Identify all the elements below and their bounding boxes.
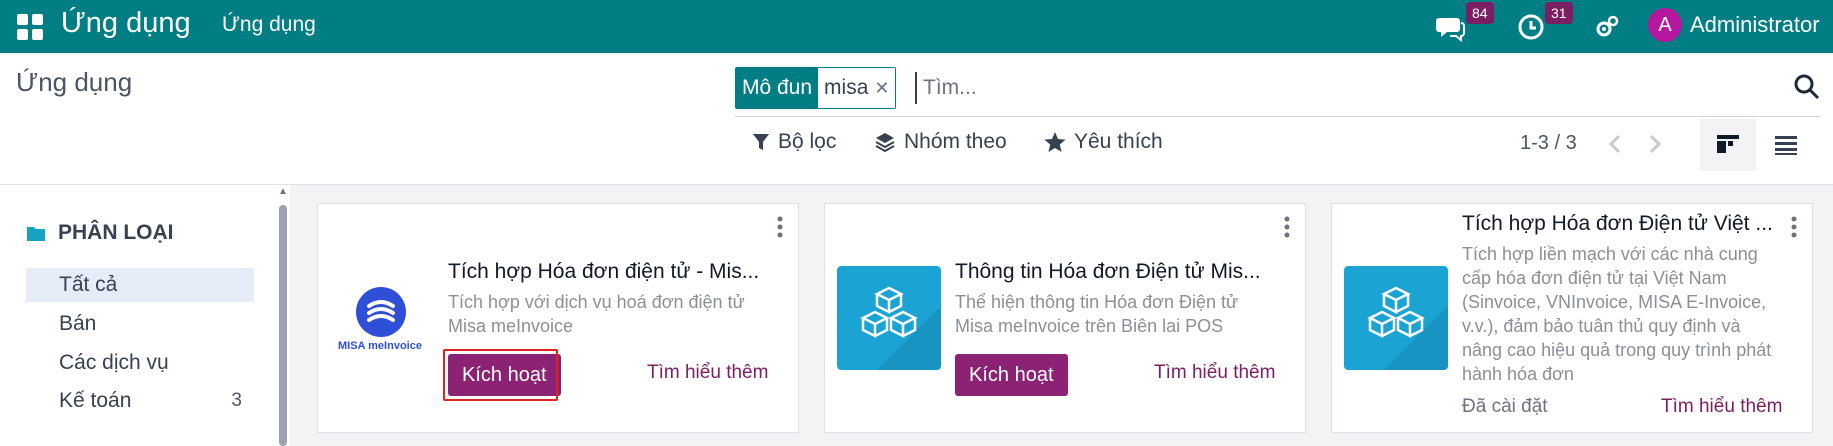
- breadcrumb: Ứng dụng: [16, 67, 133, 97]
- category-sidebar: PHÂN LOẠI Tất cả Bán Các dịch vụ Kế toán…: [0, 185, 290, 446]
- filter-icon: [753, 134, 769, 150]
- facet-remove-icon[interactable]: ✕: [874, 78, 889, 99]
- clock-icon: [1518, 14, 1544, 39]
- facet-value: misa: [824, 76, 869, 99]
- sidebar-item-label: Bán: [59, 312, 97, 335]
- layers-icon: [875, 133, 895, 153]
- card-description-line: cấp hóa đơn điện tử tại Việt Nam: [1462, 268, 1727, 288]
- card-title: Tích hợp Hóa đơn điện tử - Mis...: [448, 260, 760, 283]
- group-by-label: Nhóm theo: [904, 130, 1007, 153]
- gears-icon: [1596, 15, 1619, 36]
- card-description-line: Thể hiện thông tin Hóa đơn Điện tử: [955, 292, 1239, 312]
- card-description-line: Misa meInvoice: [448, 316, 574, 336]
- settings-button[interactable]: [1594, 0, 1620, 53]
- kanban-area: MISA meInvoice Tích hợp Hóa đơn điện tử …: [290, 185, 1833, 446]
- learn-more-link[interactable]: Tìm hiểu thêm: [647, 362, 768, 384]
- user-name[interactable]: Administrator: [1690, 12, 1820, 38]
- pager-next-icon[interactable]: [1643, 133, 1665, 155]
- card-description-line: Tích hợp với dịch vụ hoá đơn điện tử: [448, 292, 745, 312]
- list-view-button[interactable]: [1758, 119, 1814, 171]
- sidebar-item-services[interactable]: Các dịch vụ: [26, 346, 254, 380]
- card-description-line: (Sinvoice, VNInvoice, MISA E-Invoice,: [1462, 292, 1767, 312]
- sidebar-item-sales[interactable]: Bán: [26, 307, 254, 341]
- card-description-line: nâng cao hiệu quả trong quy trình phát: [1462, 340, 1772, 360]
- sidebar-scrollbar[interactable]: [279, 205, 287, 446]
- card-description-line: Misa meInvoice trên Biên lai POS: [955, 316, 1224, 336]
- favorites-button[interactable]: Yêu thích: [1044, 130, 1163, 154]
- activate-button[interactable]: Kích hoạt: [955, 354, 1068, 396]
- sidebar-item-label: Kế toán: [59, 389, 132, 412]
- card-description-line: Tích hợp liền mạch với các nhà cung: [1462, 244, 1758, 264]
- search-icon[interactable]: [1793, 73, 1821, 101]
- learn-more-link[interactable]: Tìm hiểu thêm: [1154, 362, 1275, 384]
- sidebar-title: PHÂN LOẠI: [26, 221, 174, 245]
- sidebar-item-all[interactable]: Tất cả: [26, 268, 254, 302]
- pager-previous-icon[interactable]: [1605, 133, 1627, 155]
- pager-value[interactable]: 1-3 / 3: [1520, 132, 1577, 155]
- card-description-line: hành hóa đơn: [1462, 364, 1574, 384]
- scroll-up-arrow[interactable]: ▲: [278, 186, 288, 197]
- card-description-line: v.v.), đảm bảo tuân thủ quy định và: [1462, 316, 1741, 336]
- apps-grid-icon[interactable]: [15, 12, 45, 42]
- sidebar-item-count: 3: [231, 390, 242, 411]
- user-avatar[interactable]: A: [1648, 8, 1682, 42]
- kanban-view-button[interactable]: [1700, 119, 1756, 171]
- chat-icon: [1436, 17, 1465, 42]
- activities-count-badge: 31: [1545, 2, 1573, 24]
- app-brand[interactable]: Ứng dụng: [61, 7, 191, 40]
- group-by-button[interactable]: Nhóm theo: [874, 130, 1007, 154]
- misa-logo-text: MISA meInvoice: [338, 340, 422, 352]
- card-menu-icon[interactable]: [1790, 216, 1798, 238]
- installed-status: Đã cài đặt: [1462, 396, 1548, 417]
- module-card[interactable]: MISA meInvoice Tích hợp Hóa đơn điện tử …: [317, 203, 799, 433]
- card-menu-icon[interactable]: [776, 216, 784, 238]
- search-facet: Mô đun misa ✕: [735, 67, 897, 109]
- facet-label: Mô đun: [736, 68, 819, 108]
- learn-more-link[interactable]: Tìm hiểu thêm: [1661, 396, 1782, 418]
- activities-button[interactable]: 31: [1517, 0, 1573, 53]
- facet-value-wrapper: misa ✕: [818, 68, 896, 108]
- search-bar: Mô đun misa ✕: [735, 67, 1821, 117]
- messages-count-badge: 84: [1466, 2, 1494, 24]
- card-title: Tích hợp Hóa đơn Điện tử Việt ...: [1462, 212, 1773, 235]
- search-input[interactable]: [915, 72, 1715, 104]
- top-navbar: Ứng dụng Ứng dụng 84 31 A Administrator: [0, 0, 1833, 53]
- highlight-box: [443, 349, 558, 401]
- folder-icon: [27, 226, 45, 241]
- module-cubes-icon: [1344, 266, 1448, 370]
- module-card[interactable]: Tích hợp Hóa đơn Điện tử Việt ... Tích h…: [1331, 203, 1813, 433]
- card-title: Thông tin Hóa đơn Điện tử Mis...: [955, 260, 1261, 283]
- card-menu-icon[interactable]: [1283, 216, 1291, 238]
- module-cubes-icon: [837, 266, 941, 370]
- sidebar-title-label: PHÂN LOẠI: [58, 221, 174, 244]
- kanban-view-icon: [1717, 135, 1739, 153]
- messages-button[interactable]: 84: [1436, 0, 1494, 53]
- star-icon: [1044, 132, 1066, 152]
- sidebar-item-label: Tất cả: [59, 273, 118, 296]
- filters-button[interactable]: Bộ lọc: [752, 130, 836, 154]
- nav-menu-apps[interactable]: Ứng dụng: [222, 13, 316, 37]
- sidebar-item-accounting[interactable]: Kế toán 3: [26, 384, 254, 418]
- misa-logo-icon: [356, 287, 406, 337]
- favorites-label: Yêu thích: [1074, 130, 1163, 153]
- control-panel: Ứng dụng Mô đun misa ✕ Bộ lọc Nhóm theo: [0, 53, 1833, 185]
- sidebar-item-label: Các dịch vụ: [59, 351, 169, 374]
- module-card[interactable]: Thông tin Hóa đơn Điện tử Mis... Thể hiệ…: [824, 203, 1306, 433]
- filters-label: Bộ lọc: [778, 130, 837, 153]
- list-view-icon: [1775, 136, 1797, 155]
